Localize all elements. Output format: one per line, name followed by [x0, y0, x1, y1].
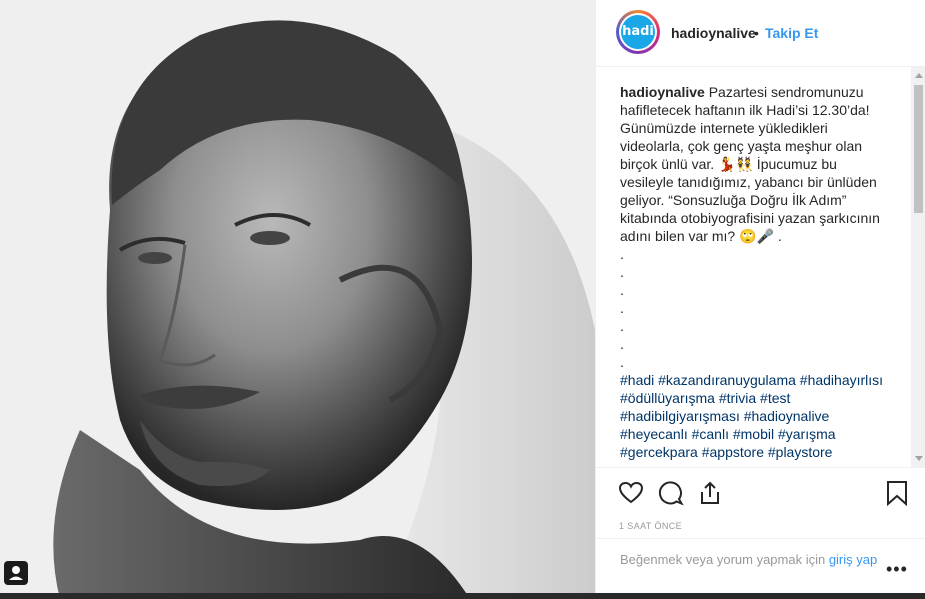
avatar[interactable]: hadi: [616, 10, 660, 54]
scroll-down-arrow-icon[interactable]: [915, 456, 923, 461]
heart-icon[interactable]: [618, 480, 644, 506]
post-header: hadi hadioynalive • Takip Et: [596, 0, 925, 67]
login-link[interactable]: giriş yap: [829, 552, 877, 567]
avatar-ring-inner: hadi: [619, 13, 657, 51]
comments-area[interactable]: hadioynalive Pazartesi sendromunuzu hafi…: [596, 67, 925, 468]
bookmark-icon[interactable]: [884, 480, 910, 507]
more-options-icon[interactable]: •••: [886, 559, 908, 580]
caption-username[interactable]: hadioynalive: [620, 84, 705, 100]
caption-hashtags[interactable]: #hadi #kazandıranuygulama #hadihayırlısı…: [620, 372, 887, 460]
login-text-label: Beğenmek veya yorum yapmak için: [620, 552, 829, 567]
scroll-thumb[interactable]: [914, 85, 923, 213]
post-photo[interactable]: [0, 0, 595, 599]
post-sidebar: hadi hadioynalive • Takip Et hadioynaliv…: [595, 0, 925, 593]
portrait-image: [0, 0, 595, 599]
comments-scrollbar[interactable]: [911, 67, 925, 467]
comment-icon[interactable]: [658, 480, 684, 506]
follow-button[interactable]: Takip Et: [765, 25, 818, 41]
avatar-logo: hadi: [621, 15, 655, 49]
share-icon[interactable]: [697, 480, 723, 506]
user-tag-icon[interactable]: [4, 561, 28, 585]
separator-dot: •: [754, 25, 759, 41]
post-timestamp[interactable]: 1 SAAT ÖNCE: [619, 521, 682, 531]
username-link[interactable]: hadioynalive: [671, 25, 756, 41]
action-bar: [596, 468, 925, 518]
login-prompt: Beğenmek veya yorum yapmak için giriş ya…: [596, 538, 925, 594]
post-caption: hadioynalive Pazartesi sendromunuzu hafi…: [620, 83, 890, 461]
scroll-up-arrow-icon[interactable]: [915, 73, 923, 78]
caption-text: Pazartesi sendromunuzu hafifletecek haft…: [620, 84, 880, 370]
login-text: Beğenmek veya yorum yapmak için giriş ya…: [620, 551, 880, 569]
